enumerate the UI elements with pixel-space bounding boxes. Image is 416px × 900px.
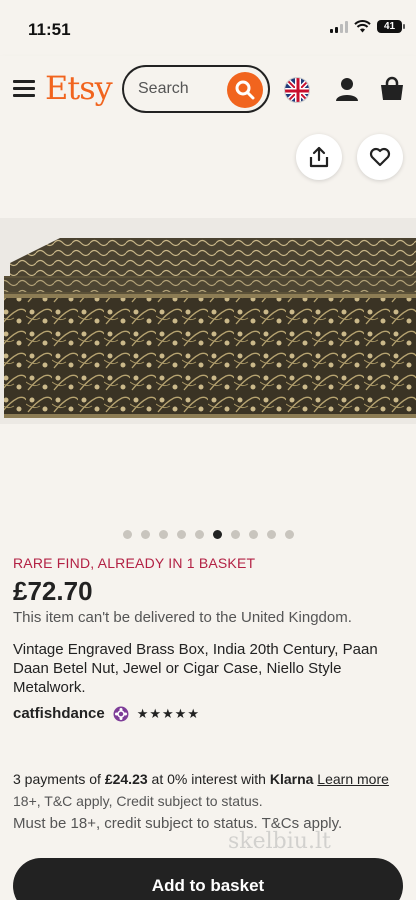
etsy-logo[interactable]: Etsy (45, 69, 113, 107)
carousel-dots (0, 530, 416, 542)
carousel-dot[interactable] (122, 530, 132, 539)
signal-icon (330, 20, 348, 33)
uk-flag-icon[interactable] (284, 77, 310, 103)
carousel-dot[interactable] (284, 530, 294, 539)
rare-find-badge: RARE FIND, ALREADY IN 1 BASKET (13, 555, 256, 571)
product-photo (0, 218, 416, 424)
carousel-dot-active[interactable] (212, 530, 222, 539)
share-icon (309, 146, 329, 168)
carousel-dot[interactable] (140, 530, 150, 539)
shop-row: catfishdance ★★★★★ (13, 705, 200, 722)
carousel-dot[interactable] (158, 530, 168, 539)
status-time: 11:51 (28, 20, 71, 39)
product-image-carousel[interactable] (0, 122, 416, 520)
star-seller-icon (113, 706, 129, 721)
carousel-dot[interactable] (176, 530, 186, 539)
heart-icon (369, 147, 391, 167)
klarna-prefix: 3 payments of (13, 771, 105, 787)
product-title: Vintage Engraved Brass Box, India 20th C… (13, 641, 378, 696)
search-icon (235, 80, 255, 100)
klarna-amount: £24.23 (104, 771, 148, 787)
share-button[interactable] (296, 134, 342, 180)
rating-stars[interactable]: ★★★★★ (137, 706, 200, 722)
carousel-dot[interactable] (266, 530, 276, 539)
search-input[interactable] (138, 80, 218, 98)
learn-more-link[interactable]: Learn more (317, 771, 389, 787)
search-button[interactable] (227, 72, 263, 108)
carousel-dot[interactable] (194, 530, 204, 539)
carousel-dot[interactable] (248, 530, 258, 539)
battery-icon: 41 (377, 20, 405, 33)
shop-name[interactable]: catfishdance (13, 705, 105, 722)
add-to-basket-button[interactable]: Add to basket (13, 858, 403, 900)
klarna-installments: 3 payments of £24.23 at 0% interest with… (13, 771, 389, 787)
header: Etsy (0, 56, 416, 122)
account-icon[interactable] (334, 76, 360, 107)
delivery-note: This item can't be delivered to the Unit… (13, 609, 352, 626)
klarna-middle: at 0% interest with (147, 771, 270, 787)
basket-icon[interactable] (379, 76, 405, 107)
carousel-dot[interactable] (230, 530, 240, 539)
watermark: skelbiu.lt (228, 829, 331, 854)
product-price: £72.70 (13, 576, 93, 606)
klarna-terms: 18+, T&C apply, Credit subject to status… (13, 793, 263, 809)
wifi-icon (354, 20, 371, 33)
klarna-provider: Klarna (269, 771, 314, 787)
search-bar (122, 65, 270, 113)
menu-icon[interactable] (13, 80, 35, 98)
status-bar: 11:51 41 (0, 0, 416, 56)
favorite-button[interactable] (357, 134, 403, 180)
status-icons: 41 (330, 20, 405, 33)
